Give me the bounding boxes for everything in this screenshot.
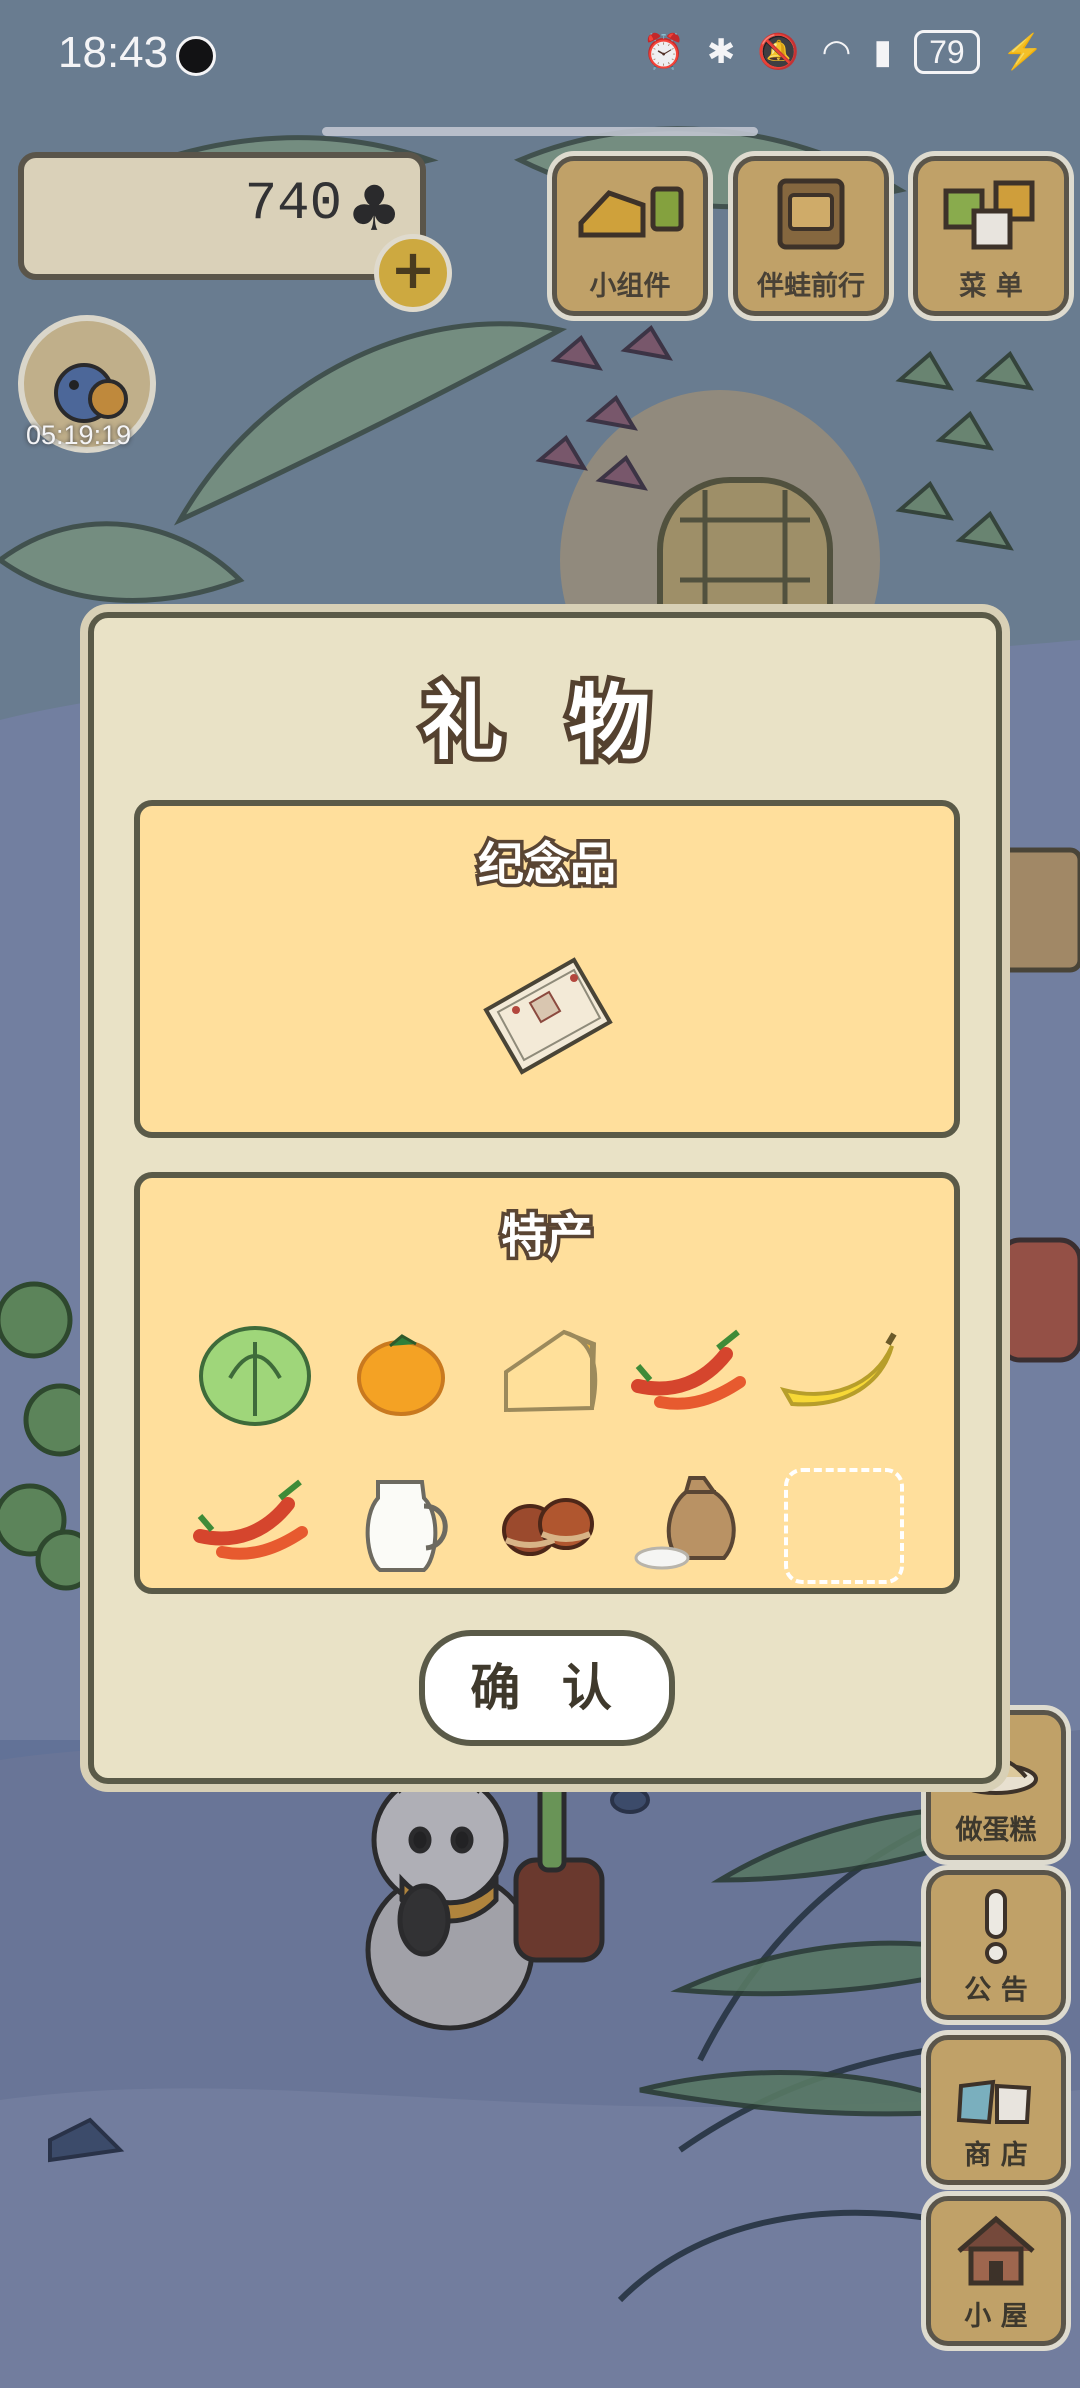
specialty-item[interactable]: [182, 1298, 328, 1448]
specialty-grid: [182, 1298, 912, 1598]
cabbage-icon: [199, 1326, 311, 1426]
booklet-icon[interactable]: [476, 952, 618, 1080]
rice-sack-icon: [634, 1476, 736, 1570]
banana-icon: [779, 1332, 897, 1407]
specialty-item[interactable]: [474, 1448, 620, 1598]
dialog-title: 礼 物: [417, 671, 669, 776]
souvenir-panel: 纪念品: [134, 800, 960, 1138]
specialty-item[interactable]: [328, 1298, 474, 1448]
specialty-item[interactable]: [620, 1298, 766, 1448]
cheese-icon: [504, 1329, 598, 1413]
confirm-button[interactable]: 确 认: [419, 1630, 675, 1746]
specialty-item[interactable]: [182, 1448, 328, 1598]
chestnuts-icon: [502, 1498, 594, 1556]
orange-icon: [357, 1334, 445, 1416]
empty-slot-outline: [784, 1468, 904, 1584]
specialty-item[interactable]: [474, 1298, 620, 1448]
specialty-item[interactable]: [766, 1298, 912, 1448]
empty-slot[interactable]: [766, 1448, 912, 1598]
chili-peppers-icon: [193, 1479, 308, 1560]
souvenir-title: 纪念品: [475, 834, 620, 895]
specialty-item[interactable]: [328, 1448, 474, 1598]
milk-jug-icon: [365, 1480, 448, 1572]
specialty-item[interactable]: [620, 1448, 766, 1598]
chili-peppers-icon: [631, 1329, 746, 1410]
specialty-panel: 特产: [134, 1172, 960, 1594]
gift-dialog: 礼 物 纪念品 特产 确 认: [88, 612, 1002, 1784]
specialty-title: 特产: [498, 1206, 597, 1267]
